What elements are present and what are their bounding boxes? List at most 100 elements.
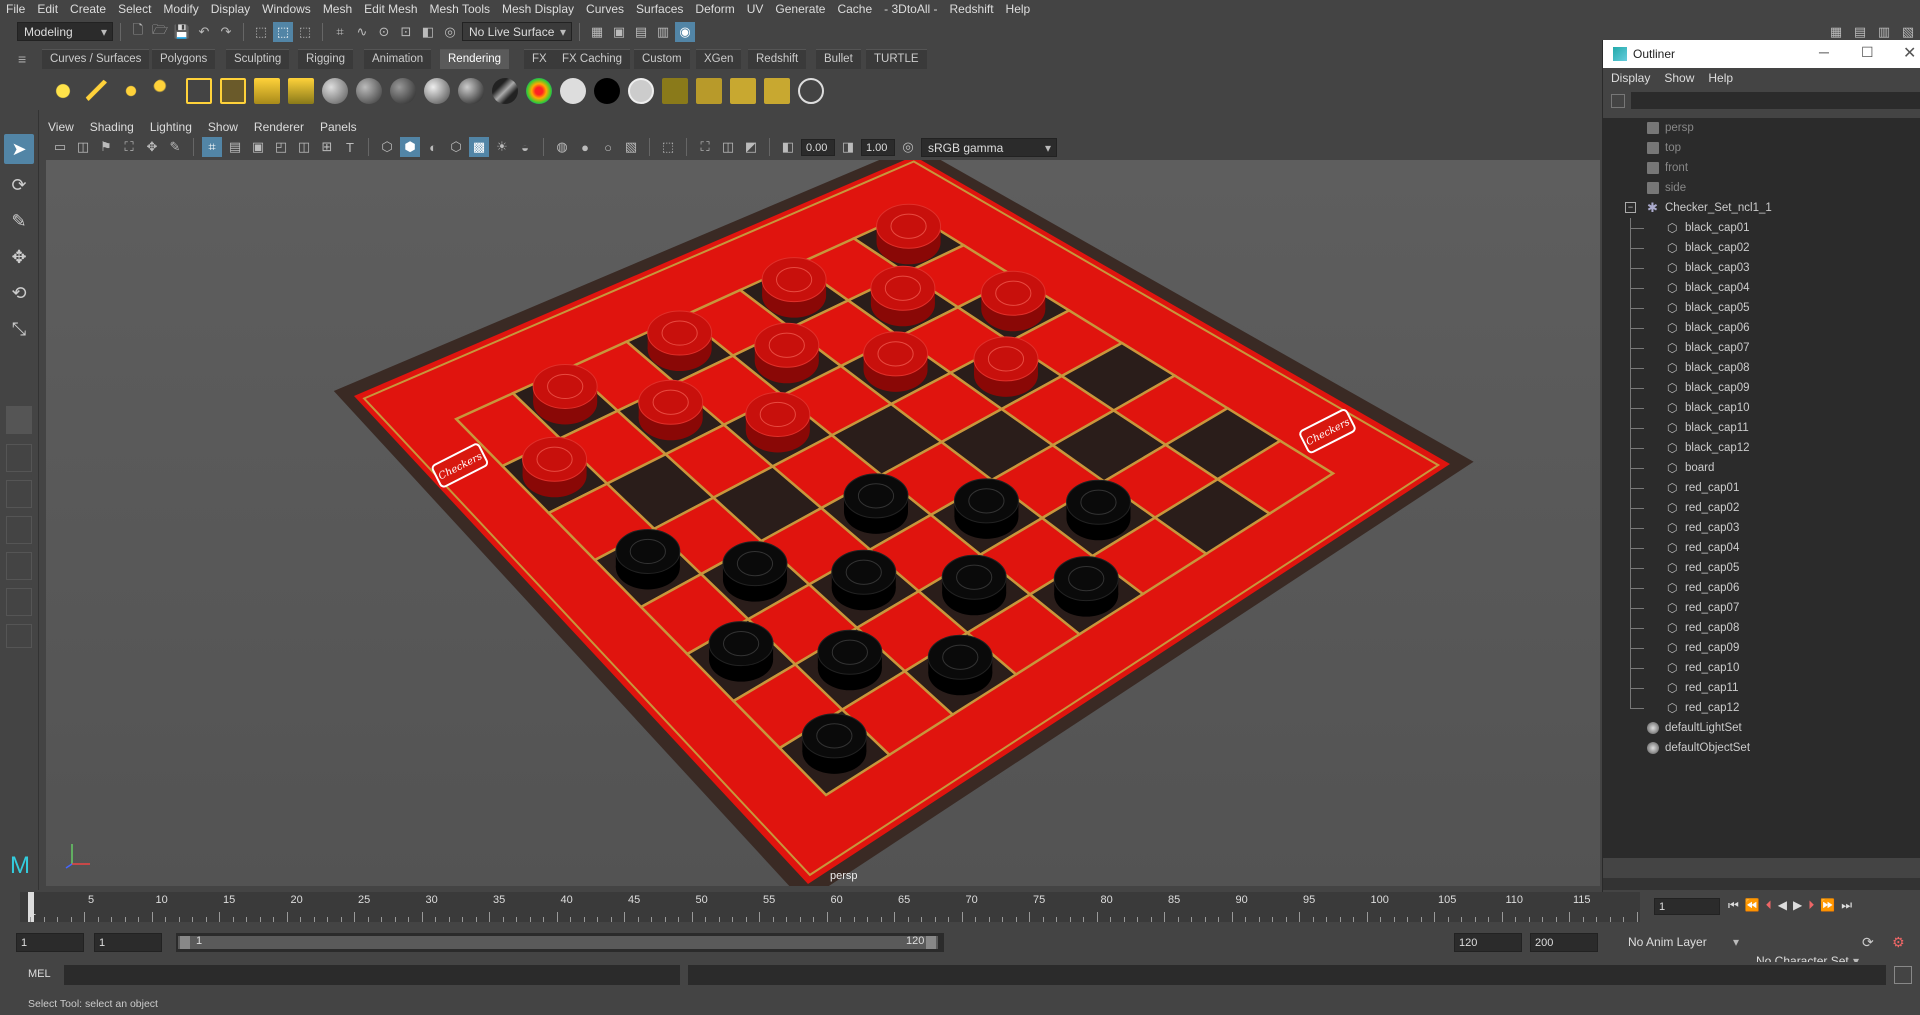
bookmark-icon[interactable]: ⚑ — [96, 137, 116, 157]
go-start-icon[interactable]: ⏮ — [1728, 898, 1739, 913]
gamma-icon[interactable]: ◨ — [838, 137, 858, 157]
save-scene-icon[interactable]: 💾 — [172, 22, 192, 42]
shelf-tab[interactable]: Polygons — [152, 49, 216, 69]
snap-view-icon[interactable]: ⊡ — [396, 22, 416, 42]
shelf-tab[interactable]: Rigging — [298, 49, 353, 69]
layout-icon[interactable]: ▥ — [1874, 22, 1894, 42]
safe-action-icon[interactable]: ⊞ — [317, 137, 337, 157]
undo-icon[interactable]: ↶ — [194, 22, 214, 42]
render-view-icon[interactable]: ▥ — [653, 22, 673, 42]
menu-item[interactable]: Curves — [580, 0, 630, 18]
outliner-item[interactable]: persp — [1603, 118, 1920, 138]
shadows-icon[interactable]: ◒ — [515, 137, 535, 157]
panel-menu-item[interactable]: Renderer — [246, 120, 312, 134]
menu-item[interactable]: Mesh — [317, 0, 358, 18]
select-object-icon[interactable]: ⬚ — [273, 21, 293, 42]
menu-item[interactable]: Redshift — [944, 0, 1000, 18]
outliner-item[interactable]: ⬡ red_cap01 — [1603, 478, 1920, 498]
panel-menu-item[interactable]: Lighting — [142, 120, 200, 134]
snap-live-icon[interactable]: ◎ — [440, 22, 460, 42]
panel-menu-item[interactable]: Show — [200, 120, 246, 134]
xray-joints-icon[interactable]: ● — [575, 137, 595, 157]
ipr-render-icon[interactable]: ▤ — [631, 22, 651, 42]
select-hierarchy-icon[interactable]: ⬚ — [251, 22, 271, 42]
command-input[interactable] — [64, 965, 680, 985]
select-component-icon[interactable]: ⬚ — [295, 22, 315, 42]
menu-item[interactable]: Create — [64, 0, 112, 18]
range-slider-handle[interactable]: 1 120 — [178, 935, 938, 949]
exposure-icon[interactable]: ◧ — [778, 137, 798, 157]
shelf-tab[interactable]: FX — [524, 49, 555, 69]
snap-grid-icon[interactable]: ⌗ — [330, 22, 350, 42]
camera-select-icon[interactable]: ▭ — [50, 137, 70, 157]
camera-attr-icon[interactable]: ◫ — [73, 137, 93, 157]
black-material-icon[interactable] — [594, 78, 620, 104]
menu-item[interactable]: - 3DtoAll - — [878, 0, 943, 18]
anim-layer-dropdown[interactable]: No Anim Layer — [1622, 933, 1744, 952]
snap-curve-icon[interactable]: ∿ — [352, 22, 372, 42]
phong-icon[interactable] — [390, 78, 416, 104]
color-management-icon[interactable]: ◎ — [898, 137, 918, 157]
area-light-icon[interactable] — [186, 78, 212, 104]
minimize-icon[interactable]: ─ — [1819, 44, 1829, 60]
camera-aim-icon[interactable] — [288, 78, 314, 104]
blinn-icon[interactable] — [356, 78, 382, 104]
layered-shader-icon[interactable] — [526, 78, 552, 104]
live-surface-field[interactable]: No Live Surface — [462, 22, 572, 42]
render-layer-icon[interactable] — [730, 78, 756, 104]
outliner-item[interactable]: ⬡ red_cap10 — [1603, 658, 1920, 678]
outliner-item[interactable]: defaultLightSet — [1603, 718, 1920, 738]
menu-item[interactable]: Help — [1000, 0, 1037, 18]
outliner-item[interactable]: ⬡ red_cap03 — [1603, 518, 1920, 538]
panel-menu-item[interactable]: Panels — [312, 120, 365, 134]
outliner-item[interactable]: ⬡ red_cap05 — [1603, 558, 1920, 578]
layout-four-icon[interactable] — [6, 444, 32, 472]
smooth-shade-icon[interactable]: ⬢ — [400, 137, 420, 157]
maximize-icon[interactable]: ☐ — [1861, 44, 1874, 61]
shelf-tab[interactable]: Sculpting — [226, 49, 290, 69]
rotate-tool-icon[interactable]: ⟲ — [4, 278, 34, 308]
outliner-item[interactable]: ⬡ board — [1603, 458, 1920, 478]
filter-icon[interactable] — [1611, 94, 1625, 108]
shelf-tab[interactable]: Rendering — [440, 49, 510, 69]
menu-item[interactable]: Windows — [256, 0, 317, 18]
outliner-item[interactable]: ⬡ black_cap02 — [1603, 238, 1920, 258]
render-batch-icon[interactable] — [764, 78, 790, 104]
close-icon[interactable]: ✕ — [1903, 43, 1916, 63]
panel-menu-item[interactable]: Shading — [82, 120, 142, 134]
image-plane-icon[interactable]: ⛶ — [119, 137, 139, 157]
outliner-item[interactable]: ⬡ black_cap03 — [1603, 258, 1920, 278]
range-slider[interactable]: 1 120 — [176, 933, 944, 952]
outliner-menu-item[interactable]: Help — [1700, 71, 1739, 85]
mode-dropdown[interactable]: Modeling — [17, 22, 113, 42]
redo-icon[interactable]: ↷ — [216, 22, 236, 42]
layout-single-icon[interactable] — [6, 406, 32, 434]
outliner-item[interactable]: ⬡ black_cap12 — [1603, 438, 1920, 458]
lambert-icon[interactable] — [322, 78, 348, 104]
outliner-item[interactable]: ⬡ black_cap05 — [1603, 298, 1920, 318]
isolate-select-icon[interactable]: ⬚ — [658, 137, 678, 157]
volume-light-icon[interactable] — [220, 78, 246, 104]
script-language-label[interactable]: MEL — [28, 968, 51, 980]
surface-shader-icon[interactable] — [628, 78, 654, 104]
outliner-item[interactable]: ⬡ red_cap12 — [1603, 698, 1920, 718]
menu-item[interactable]: Cache — [831, 0, 878, 18]
layout-outliner-icon[interactable] — [6, 552, 32, 580]
script-editor-icon[interactable] — [1894, 966, 1912, 984]
range-start-handle[interactable] — [180, 936, 190, 949]
wireframe-on-shaded-icon[interactable]: ⬡ — [446, 137, 466, 157]
outliner-menu-item[interactable]: Display — [1603, 71, 1656, 85]
render-sequence-icon[interactable] — [696, 78, 722, 104]
outliner-item[interactable]: ⬡ black_cap09 — [1603, 378, 1920, 398]
use-all-lights-icon[interactable]: ☀ — [492, 137, 512, 157]
outliner-item[interactable]: ⬡ red_cap06 — [1603, 578, 1920, 598]
color-space-dropdown[interactable]: sRGB gamma — [921, 137, 1057, 158]
go-end-icon[interactable]: ⏭ — [1841, 898, 1852, 913]
aistandard-icon[interactable] — [458, 78, 484, 104]
range-end-handle[interactable] — [926, 936, 936, 949]
outliner-item[interactable]: ⬡ black_cap10 — [1603, 398, 1920, 418]
2d-pan-icon[interactable]: ✥ — [142, 137, 162, 157]
outliner-menu-item[interactable]: Show — [1656, 71, 1700, 85]
backface-icon[interactable]: ▧ — [621, 137, 641, 157]
outliner-item[interactable]: front — [1603, 158, 1920, 178]
